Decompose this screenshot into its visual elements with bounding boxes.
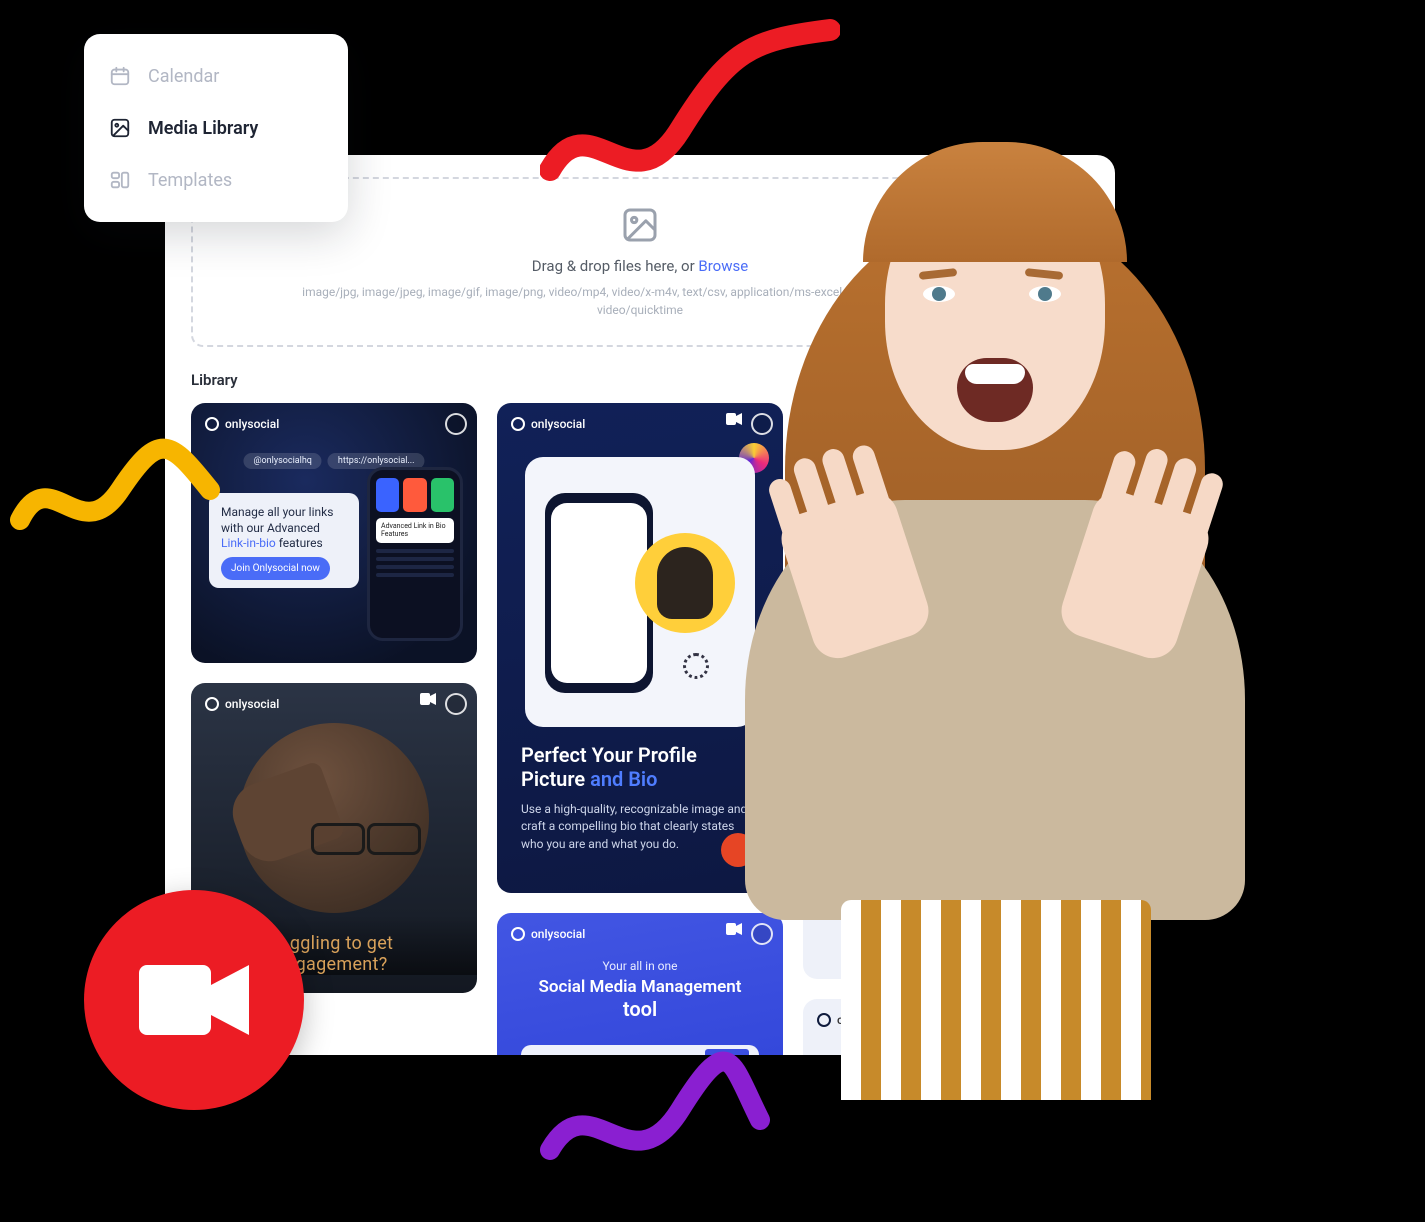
card-copy: Manage all your links with our Advanced … (209, 493, 359, 588)
sidebar-item-label: Media Library (148, 118, 258, 139)
card-brand: onlysocial (511, 927, 585, 941)
image-icon (108, 116, 132, 140)
phone-caption: Advanced Link in Bio Features (376, 518, 454, 543)
card-brand: onlysocial (205, 697, 279, 711)
sidebar-item-media-library[interactable]: Media Library (94, 102, 338, 154)
templates-icon (108, 168, 132, 192)
squiggle-yellow (10, 430, 220, 550)
calendar-icon (108, 64, 132, 88)
select-toggle[interactable] (445, 413, 467, 435)
media-card-linkinbio[interactable]: onlysocial @onlysocialhq https://onlysoc… (191, 403, 477, 663)
video-icon (419, 692, 437, 706)
sidebar-item-label: Templates (148, 170, 232, 191)
select-toggle[interactable] (445, 693, 467, 715)
cta-pill: Join Onlysocial now (221, 557, 330, 580)
person-photo (725, 80, 1265, 1120)
card-title: Perfect Your Profile Picture and Bio (521, 743, 759, 791)
dropzone-text: Drag & drop files here, or Browse (532, 257, 748, 275)
sidebar-item-calendar[interactable]: Calendar (94, 50, 338, 102)
card-brand: onlysocial (205, 417, 279, 431)
video-camera-icon (139, 959, 249, 1041)
video-record-button[interactable] (84, 890, 304, 1110)
dropzone-prefix: Drag & drop files here, or (532, 257, 699, 275)
card-brand: onlysocial (511, 417, 585, 431)
sidebar-item-label: Calendar (148, 66, 219, 87)
chip-handle: @onlysocialhq (243, 453, 321, 469)
avatar-icon (635, 533, 735, 633)
phone-mock: Advanced Link in Bio Features (367, 467, 463, 641)
squiggle-purple (540, 1050, 770, 1180)
image-icon (620, 205, 660, 249)
squiggle-red (540, 10, 840, 200)
sidebar-item-templates[interactable]: Templates (94, 154, 338, 206)
sidebar-menu: Calendar Media Library Templates (84, 34, 348, 222)
spinner-icon (683, 653, 709, 679)
